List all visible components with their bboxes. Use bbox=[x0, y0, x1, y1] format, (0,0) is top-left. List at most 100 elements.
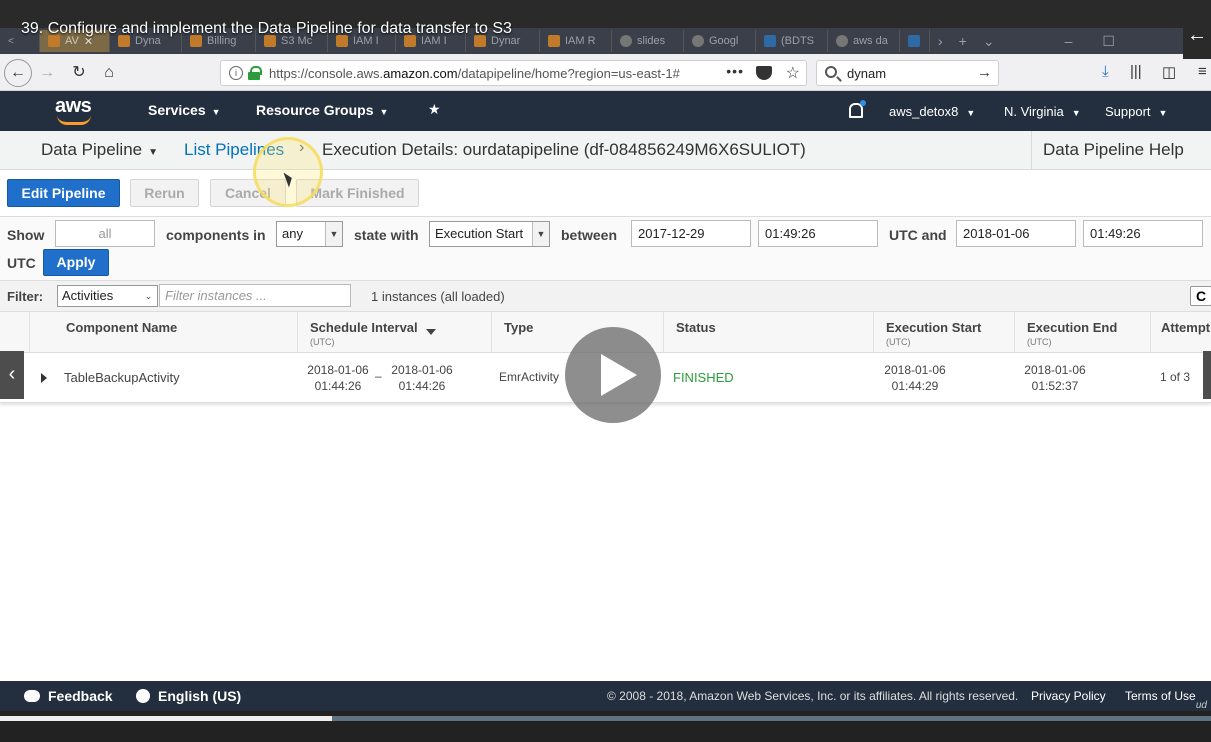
linkedin-icon bbox=[908, 35, 920, 47]
info-icon[interactable]: i bbox=[229, 66, 243, 80]
chevron-down-icon: ⌄ bbox=[140, 286, 157, 306]
services-menu[interactable]: Services ▼ bbox=[148, 102, 221, 118]
breadcrumb-service-label: Data Pipeline bbox=[41, 140, 143, 159]
column-title: Schedule Interval bbox=[310, 320, 418, 335]
refresh-button[interactable]: C bbox=[1190, 286, 1211, 306]
language-selector[interactable]: English (US) bbox=[136, 688, 241, 704]
sidebar-icon[interactable]: ◫ bbox=[1162, 63, 1176, 81]
cell-attempts: 1 of 3 bbox=[1160, 370, 1191, 384]
browser-search-bar[interactable]: dynam → bbox=[816, 60, 999, 86]
end-time-input[interactable]: 01:49:26 bbox=[1083, 220, 1203, 247]
rerun-button[interactable]: Rerun bbox=[130, 179, 199, 207]
video-progress-track[interactable] bbox=[0, 716, 1211, 721]
schedule-end-date: 2018-01-06 bbox=[391, 363, 453, 377]
play-button[interactable] bbox=[565, 327, 661, 423]
search-go-icon[interactable]: → bbox=[977, 64, 992, 81]
breadcrumb-service[interactable]: Data Pipeline ▼ bbox=[41, 140, 158, 160]
apply-button[interactable]: Apply bbox=[43, 249, 109, 276]
cell-exec-end: 2018-01-06 01:52:37 bbox=[1020, 362, 1090, 394]
notification-bell-icon[interactable] bbox=[847, 100, 866, 118]
library-icon[interactable]: ||| bbox=[1130, 63, 1142, 80]
browser-tab[interactable]: Googl bbox=[684, 30, 756, 52]
forward-arrow-icon[interactable]: → bbox=[36, 62, 58, 84]
video-prev-button[interactable]: ‹ bbox=[0, 351, 24, 399]
column-header-exec-end[interactable]: Execution End (UTC) bbox=[1014, 312, 1150, 354]
account-menu[interactable]: aws_detox8 ▼ bbox=[889, 104, 975, 119]
resource-groups-menu[interactable]: Resource Groups ▼ bbox=[256, 102, 388, 118]
aws-logo[interactable]: aws bbox=[55, 95, 97, 125]
column-header-status[interactable]: Status bbox=[663, 312, 873, 354]
home-icon[interactable]: ⌂ bbox=[98, 62, 120, 84]
menu-icon[interactable]: ≡ bbox=[1198, 63, 1207, 80]
video-next-button[interactable] bbox=[1203, 351, 1211, 399]
filter-instances-input[interactable]: Filter instances ... bbox=[159, 284, 351, 307]
components-select[interactable]: any ▼ bbox=[276, 221, 343, 247]
minimize-icon[interactable]: – bbox=[1057, 33, 1081, 49]
lock-icon bbox=[248, 66, 262, 80]
instance-count: 1 instances (all loaded) bbox=[371, 289, 505, 304]
breadcrumb: Data Pipeline ▼ List Pipelines › Executio… bbox=[0, 131, 1211, 170]
column-header-attempts[interactable]: Attempt bbox=[1150, 312, 1211, 354]
show-label: Show bbox=[7, 227, 45, 243]
help-link[interactable]: Data Pipeline Help bbox=[1031, 131, 1211, 169]
tab-scroll-right-icon[interactable]: › bbox=[930, 33, 951, 49]
column-unit: (UTC) bbox=[1027, 337, 1052, 347]
privacy-policy-link[interactable]: Privacy Policy bbox=[1031, 689, 1106, 703]
new-tab-icon[interactable]: + bbox=[951, 33, 975, 49]
start-time-input[interactable]: 01:49:26 bbox=[758, 220, 878, 247]
back-arrow-icon[interactable]: ← bbox=[4, 59, 32, 87]
cell-status: FINISHED bbox=[673, 370, 734, 385]
pin-icon[interactable]: ★ bbox=[428, 101, 441, 118]
back-arrow-icon: ← bbox=[1187, 23, 1207, 46]
pocket-icon[interactable] bbox=[756, 66, 772, 80]
search-value: dynam bbox=[847, 66, 887, 81]
between-label: between bbox=[561, 227, 618, 243]
column-header-exec-start[interactable]: Execution Start (UTC) bbox=[873, 312, 1014, 354]
url-bar[interactable]: i https://console.aws.amazon.com/datapip… bbox=[220, 60, 807, 86]
caret-down-icon: ▼ bbox=[211, 107, 221, 117]
video-back-button[interactable]: ← bbox=[1183, 11, 1211, 59]
page-title: Execution Details: ourdatapipeline (df-0… bbox=[322, 140, 806, 159]
exec-end-date: 2018-01-06 bbox=[1024, 363, 1086, 377]
state-select[interactable]: Execution Start ▼ bbox=[429, 221, 550, 247]
aws-smile-icon bbox=[57, 115, 91, 125]
support-label: Support bbox=[1105, 104, 1151, 119]
browser-tab[interactable] bbox=[900, 30, 930, 52]
schedule-end-time: 01:44:26 bbox=[398, 379, 446, 393]
column-header-schedule[interactable]: Schedule Interval (UTC) bbox=[297, 312, 491, 354]
tab-label: slides bbox=[637, 35, 666, 47]
exec-start-time: 01:44:29 bbox=[891, 379, 939, 393]
caret-down-icon: ▼ bbox=[148, 147, 159, 158]
state-selected: Execution Start bbox=[435, 226, 524, 241]
resource-groups-label: Resource Groups bbox=[256, 102, 374, 118]
bookmark-star-icon[interactable]: ☆ bbox=[786, 63, 800, 83]
filter-type-select[interactable]: Activities ⌄ bbox=[57, 285, 158, 307]
cell-schedule-end: 2018-01-06 01:44:26 bbox=[387, 362, 457, 394]
browser-tab[interactable]: IAM R bbox=[540, 30, 612, 52]
support-menu[interactable]: Support ▼ bbox=[1105, 104, 1167, 119]
browser-tab[interactable]: slides bbox=[612, 30, 684, 52]
maximize-icon[interactable]: ☐ bbox=[1094, 33, 1123, 50]
browser-tab[interactable]: (BDTS bbox=[756, 30, 828, 52]
column-title: Execution Start bbox=[886, 320, 982, 335]
end-date-input[interactable]: 2018-01-06 bbox=[956, 220, 1076, 247]
schedule-separator: – bbox=[375, 369, 382, 383]
tab-list-icon[interactable]: ⌄ bbox=[975, 33, 1003, 50]
browser-tab[interactable]: aws da bbox=[828, 30, 900, 52]
column-header-expand bbox=[0, 312, 29, 354]
feedback-link[interactable]: Feedback bbox=[24, 688, 113, 704]
column-header-component[interactable]: Component Name bbox=[29, 312, 297, 354]
feedback-bubble-icon bbox=[24, 690, 40, 702]
terms-of-use-link[interactable]: Terms of Use bbox=[1125, 689, 1196, 703]
edit-pipeline-button[interactable]: Edit Pipeline bbox=[7, 179, 120, 207]
help-label: Data Pipeline Help bbox=[1043, 140, 1184, 159]
start-date-input[interactable]: 2017-12-29 bbox=[631, 220, 751, 247]
page-actions-icon[interactable]: ••• bbox=[726, 63, 744, 79]
show-count-input[interactable]: all bbox=[55, 220, 155, 247]
google-icon bbox=[620, 35, 632, 47]
cell-component-name: TableBackupActivity bbox=[64, 370, 180, 385]
download-icon[interactable]: ⤓ bbox=[1102, 63, 1109, 80]
reload-icon[interactable]: ↻ bbox=[68, 62, 90, 84]
region-menu[interactable]: N. Virginia ▼ bbox=[1004, 104, 1081, 119]
expand-row-icon[interactable] bbox=[41, 373, 47, 383]
